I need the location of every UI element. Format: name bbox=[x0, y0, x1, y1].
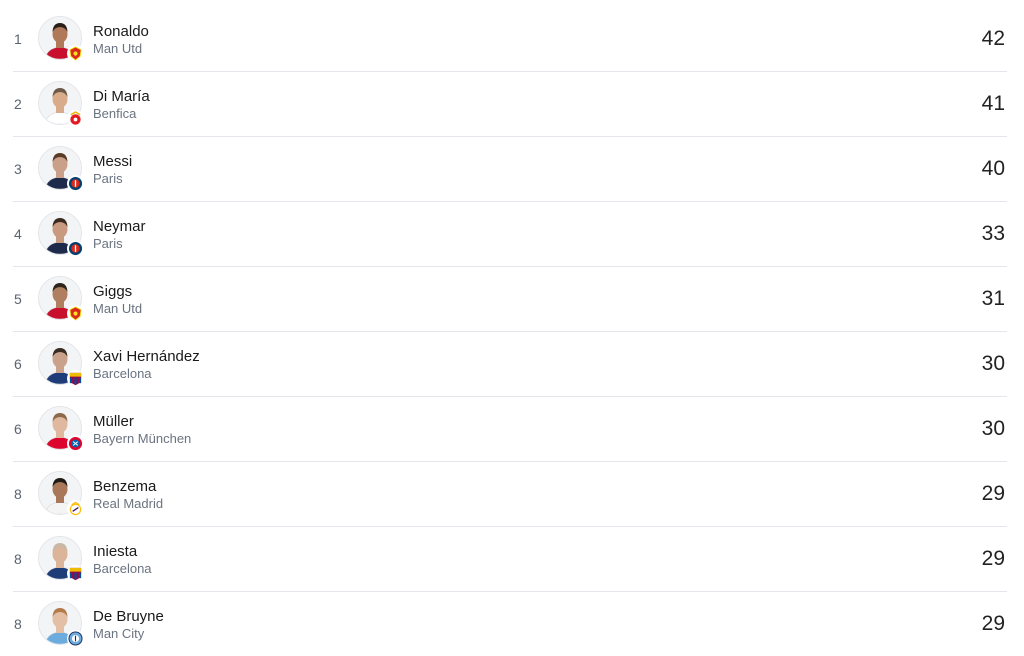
rank-number: 3 bbox=[14, 161, 22, 177]
player-name: Messi bbox=[93, 152, 133, 170]
player-name: De Bruyne bbox=[93, 607, 164, 625]
stat-value: 40 bbox=[981, 157, 1005, 180]
player-avatar bbox=[38, 406, 84, 452]
player-name: Neymar bbox=[93, 217, 146, 235]
table-row[interactable]: 5 Giggs Man Utd 31 bbox=[13, 267, 1007, 332]
player-name: Müller bbox=[93, 412, 134, 430]
table-row[interactable]: 1 Ronaldo Man Utd 42 bbox=[13, 7, 1007, 72]
stat-value: 42 bbox=[981, 27, 1005, 50]
player-info: Messi Paris bbox=[93, 152, 132, 187]
player-info: Benzema Real Madrid bbox=[93, 477, 163, 512]
team-name: Man Utd bbox=[93, 40, 143, 56]
team-name: Bayern München bbox=[93, 430, 192, 446]
player-avatar bbox=[38, 471, 84, 517]
rank-number: 8 bbox=[14, 486, 22, 502]
player-info: Giggs Man Utd bbox=[93, 282, 142, 317]
player-name: Iniesta bbox=[93, 542, 138, 560]
man-utd-badge-icon bbox=[67, 45, 84, 62]
rank-number: 6 bbox=[14, 421, 22, 437]
player-info: Iniesta Barcelona bbox=[93, 542, 152, 577]
player-name: Di María bbox=[93, 87, 150, 105]
man-utd-badge-icon bbox=[67, 305, 84, 322]
rank-number: 1 bbox=[14, 31, 22, 47]
man-city-badge-icon bbox=[67, 630, 84, 647]
psg-badge-icon bbox=[67, 240, 84, 257]
team-name: Benfica bbox=[93, 105, 137, 121]
player-avatar bbox=[38, 341, 84, 387]
player-avatar bbox=[38, 211, 84, 257]
player-avatar bbox=[38, 81, 84, 127]
team-name: Real Madrid bbox=[93, 495, 164, 511]
player-name: Xavi Hernández bbox=[93, 347, 200, 365]
table-row[interactable]: 3 Messi Paris 40 bbox=[13, 137, 1007, 202]
benfica-badge-icon bbox=[67, 110, 84, 127]
player-info: Xavi Hernández Barcelona bbox=[93, 347, 200, 382]
barcelona-badge-icon bbox=[67, 370, 84, 387]
player-name: Ronaldo bbox=[93, 22, 149, 40]
stat-value: 30 bbox=[981, 352, 1005, 375]
player-info: Müller Bayern München bbox=[93, 412, 191, 447]
team-name: Barcelona bbox=[93, 365, 152, 381]
team-name: Paris bbox=[93, 235, 123, 251]
table-row[interactable]: 6 Müller Bayern München 30 bbox=[13, 397, 1007, 462]
rank-number: 5 bbox=[14, 291, 22, 307]
player-name: Benzema bbox=[93, 477, 157, 495]
team-name: Man Utd bbox=[93, 300, 143, 316]
player-avatar bbox=[38, 601, 84, 647]
stat-value: 29 bbox=[981, 612, 1005, 635]
player-avatar bbox=[38, 536, 84, 582]
table-row[interactable]: 4 Neymar Paris 33 bbox=[13, 202, 1007, 267]
stat-value: 41 bbox=[981, 92, 1005, 115]
table-row[interactable]: 8 Benzema Real Madrid 29 bbox=[13, 462, 1007, 527]
real-madrid-badge-icon bbox=[67, 500, 84, 517]
table-row[interactable]: 8 De Bruyne Man City 29 bbox=[13, 592, 1007, 656]
psg-badge-icon bbox=[67, 175, 84, 192]
player-info: Neymar Paris bbox=[93, 217, 146, 252]
team-name: Paris bbox=[93, 170, 123, 186]
player-info: Di María Benfica bbox=[93, 87, 150, 122]
rank-number: 8 bbox=[14, 616, 22, 632]
table-row[interactable]: 2 Di María Benfica 41 bbox=[13, 72, 1007, 137]
table-row[interactable]: 8 Iniesta Barcelona 29 bbox=[13, 527, 1007, 592]
rank-number: 8 bbox=[14, 551, 22, 567]
player-ranking-list: 1 Ronaldo Man Utd 42 2 Di María Benfica … bbox=[0, 0, 1024, 647]
player-name: Giggs bbox=[93, 282, 133, 300]
table-row[interactable]: 6 Xavi Hernández Barcelona 30 bbox=[13, 332, 1007, 397]
player-info: De Bruyne Man City bbox=[93, 607, 164, 642]
stat-value: 30 bbox=[981, 417, 1005, 440]
rank-number: 4 bbox=[14, 226, 22, 242]
rank-number: 2 bbox=[14, 96, 22, 112]
player-avatar bbox=[38, 146, 84, 192]
bayern-badge-icon bbox=[67, 435, 84, 452]
rank-number: 6 bbox=[14, 356, 22, 372]
stat-value: 29 bbox=[981, 482, 1005, 505]
player-avatar bbox=[38, 276, 84, 322]
stat-value: 31 bbox=[981, 287, 1005, 310]
player-info: Ronaldo Man Utd bbox=[93, 22, 149, 57]
team-name: Barcelona bbox=[93, 560, 152, 576]
barcelona-badge-icon bbox=[67, 565, 84, 582]
stat-value: 29 bbox=[981, 547, 1005, 570]
team-name: Man City bbox=[93, 625, 145, 641]
stat-value: 33 bbox=[981, 222, 1005, 245]
player-avatar bbox=[38, 16, 84, 62]
